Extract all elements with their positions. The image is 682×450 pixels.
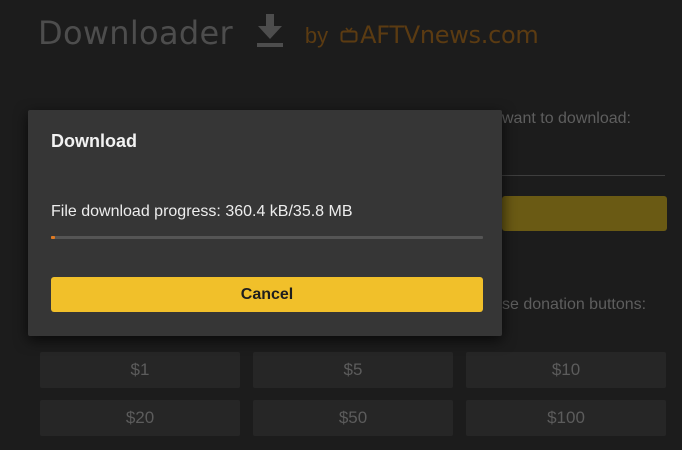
- app-header: Downloader by AFTVnews.com: [38, 8, 539, 58]
- donate-button-10[interactable]: $10: [466, 352, 666, 388]
- url-input[interactable]: [502, 175, 665, 176]
- byline: by: [304, 23, 329, 48]
- progress-label: File download progress: 360.4 kB/35.8 MB: [51, 203, 353, 220]
- donate-button-100[interactable]: $100: [466, 400, 666, 436]
- donate-button-50[interactable]: $50: [253, 400, 453, 436]
- progress-bar: [51, 236, 483, 239]
- progress-fill: [51, 236, 55, 239]
- download-dialog: Download File download progress: 360.4 k…: [28, 110, 502, 336]
- url-prompt-text: want to download:: [502, 110, 631, 127]
- dialog-title: Download: [51, 131, 137, 151]
- donation-prompt-text: se donation buttons:: [502, 296, 647, 313]
- download-icon: [256, 14, 283, 47]
- brand-logo: AFTVnews.com: [340, 21, 539, 49]
- donate-button-1[interactable]: $1: [40, 352, 240, 388]
- brand-name: AFTVnews.com: [360, 21, 539, 49]
- donate-button-5[interactable]: $5: [253, 352, 453, 388]
- go-button[interactable]: [502, 196, 667, 231]
- donate-button-20[interactable]: $20: [40, 400, 240, 436]
- cancel-button[interactable]: Cancel: [51, 277, 483, 312]
- tv-icon: [340, 27, 358, 43]
- app-title: Downloader: [38, 14, 233, 52]
